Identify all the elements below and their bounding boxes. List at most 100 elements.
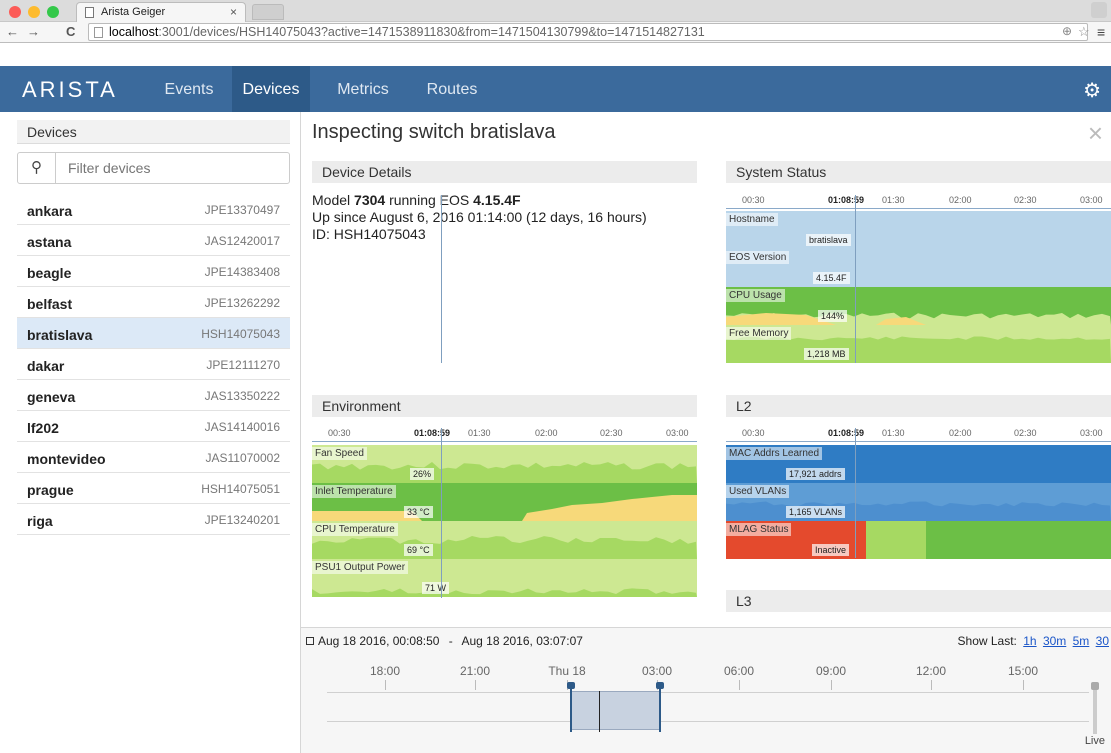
track-value: 144% (818, 310, 848, 322)
hostname-track[interactable]: Hostname bratislava (726, 211, 1111, 249)
url-host: localhost (109, 25, 159, 39)
track-value: 1,165 VLANs (786, 506, 846, 518)
device-serial: JPE14383408 (204, 265, 280, 279)
mlag-status-track[interactable]: MLAG Status Inactive (726, 521, 1111, 559)
zoom-icon[interactable]: ⊕ (1062, 24, 1072, 38)
device-serial: JPE12111270 (206, 358, 280, 372)
axis-line (726, 208, 1111, 209)
used-vlans-track[interactable]: Used VLANs 1,165 VLANs (726, 483, 1111, 521)
url-bar[interactable]: localhost:3001/devices/HSH14075043?activ… (88, 23, 1088, 41)
fan-speed-track[interactable]: Fan Speed 26% (312, 445, 697, 483)
free-memory-track[interactable]: Free Memory 1,218 MB (726, 325, 1111, 363)
axis-tick: 01:30 (468, 428, 491, 438)
selection-end-handle[interactable] (659, 684, 661, 732)
device-row[interactable]: beagle JPE14383408 (17, 256, 290, 287)
show-last-30m[interactable]: 30m (1043, 634, 1066, 648)
forward-icon[interactable]: → (27, 24, 40, 39)
device-details-header: Device Details (312, 161, 697, 183)
url-path: :3001/devices/HSH14075043?active=1471538… (158, 25, 705, 39)
tab-close-icon[interactable]: × (230, 5, 237, 19)
eos-version-track[interactable]: EOS Version 4.15.4F (726, 249, 1111, 287)
nav-devices[interactable]: Devices (232, 66, 310, 112)
profile-icon[interactable] (1091, 2, 1107, 18)
axis-tick: 01:08:59 (828, 195, 865, 205)
selection-start-handle[interactable] (570, 684, 572, 732)
device-name: beagle (27, 265, 72, 281)
calendar-icon (306, 637, 314, 645)
track-value: 26% (410, 468, 435, 480)
browser-menu-icon[interactable]: ≡ (1097, 24, 1105, 40)
device-row[interactable]: riga JPE13240201 (17, 504, 290, 535)
browser-tabbar: Arista Geiger × (0, 0, 1111, 22)
psu1-output-power-track[interactable]: PSU1 Output Power 71 W (312, 559, 697, 597)
system-status-axis: 00:30 01:08:59 01:30 02:00 02:30 03:00 (726, 195, 1111, 209)
device-list: ankara JPE13370497 astana JAS12420017 beagle… (17, 194, 290, 535)
track-value: bratislava (806, 234, 851, 246)
device-row[interactable]: astana JAS12420017 (17, 225, 290, 256)
nav-metrics[interactable]: Metrics (327, 66, 399, 112)
device-serial: HSH14075043 (201, 327, 280, 341)
device-row[interactable]: ankara JPE13370497 (17, 194, 290, 225)
model-number: 7304 (354, 192, 386, 208)
timeline-tick: 09:00 (815, 664, 847, 678)
timeline-tick: 15:00 (1007, 664, 1039, 678)
model-line: Model 7304 running EOS 4.15.4F (312, 192, 521, 208)
device-row[interactable]: prague HSH14075051 (17, 473, 290, 504)
mac-addrs-track[interactable]: MAC Addrs Learned 17,921 addrs (726, 445, 1111, 483)
cpu-temperature-track[interactable]: CPU Temperature 69 °C (312, 521, 697, 559)
axis-tick: 03:00 (1080, 428, 1103, 438)
track-label: Free Memory (726, 327, 792, 340)
show-last-5m[interactable]: 5m (1073, 634, 1090, 648)
minimize-window-icon[interactable] (28, 6, 40, 18)
timeline-selection[interactable] (570, 691, 661, 730)
timeline-tick: 18:00 (369, 664, 401, 678)
live-slider-track[interactable] (1093, 684, 1097, 734)
search-input[interactable] (58, 154, 286, 182)
l3-header: L3 (726, 590, 1111, 612)
device-row[interactable]: geneva JAS13350222 (17, 380, 290, 411)
device-row[interactable]: belfast JPE13262292 (17, 287, 290, 318)
active-time-cursor (441, 195, 442, 363)
device-details: Model 7304 running EOS 4.15.4F Up since … (312, 192, 647, 243)
close-icon[interactable]: × (1088, 118, 1103, 149)
device-row[interactable]: dakar JPE12111270 (17, 349, 290, 380)
cpu-usage-track[interactable]: CPU Usage 144% (726, 287, 1111, 325)
search-icon[interactable]: ⚲ (18, 153, 56, 183)
page-icon (94, 27, 103, 38)
show-last-30[interactable]: 30 (1096, 634, 1109, 648)
timeline-tick-mark (385, 680, 386, 690)
timeline-tick: 21:00 (459, 664, 491, 678)
track-label: Hostname (726, 213, 778, 226)
inlet-temperature-track[interactable]: Inlet Temperature 33 °C (312, 483, 697, 521)
axis-line (312, 441, 697, 442)
close-window-icon[interactable] (9, 6, 21, 18)
track-value: 33 °C (404, 506, 433, 518)
page-title: Inspecting switch bratislava (312, 121, 556, 143)
axis-tick: 00:30 (742, 195, 765, 205)
new-tab-button[interactable] (252, 4, 284, 20)
device-row[interactable]: bratislava HSH14075043 (17, 318, 290, 349)
nav-events[interactable]: Events (153, 66, 225, 112)
show-last-1h[interactable]: 1h (1023, 634, 1036, 648)
maximize-window-icon[interactable] (47, 6, 59, 18)
axis-tick: 03:00 (666, 428, 689, 438)
timeline-tick-mark (831, 680, 832, 690)
gear-icon[interactable]: ⚙ (1083, 78, 1101, 103)
back-icon[interactable]: ← (6, 24, 19, 39)
reload-icon[interactable]: C (66, 24, 75, 39)
bookmark-star-icon[interactable]: ☆ (1078, 24, 1090, 40)
track-label: EOS Version (726, 251, 790, 264)
fan-speed-track-graph (312, 462, 697, 483)
live-slider-knob[interactable] (1091, 682, 1099, 690)
page-icon (85, 7, 94, 18)
browser-tab[interactable]: Arista Geiger × (76, 2, 246, 22)
device-serial: HSH14075051 (201, 482, 280, 496)
nav-routes[interactable]: Routes (416, 66, 488, 112)
active-time-cursor (441, 428, 442, 598)
device-row[interactable]: montevideo JAS11070002 (17, 442, 290, 473)
selection-end-knob[interactable] (656, 682, 664, 689)
device-row[interactable]: lf202 JAS14140016 (17, 411, 290, 442)
selection-start-knob[interactable] (567, 682, 575, 689)
devices-sidebar: Devices ⚲ ankara JPE13370497 astana JAS1242… (0, 112, 301, 753)
device-name: dakar (27, 358, 65, 374)
